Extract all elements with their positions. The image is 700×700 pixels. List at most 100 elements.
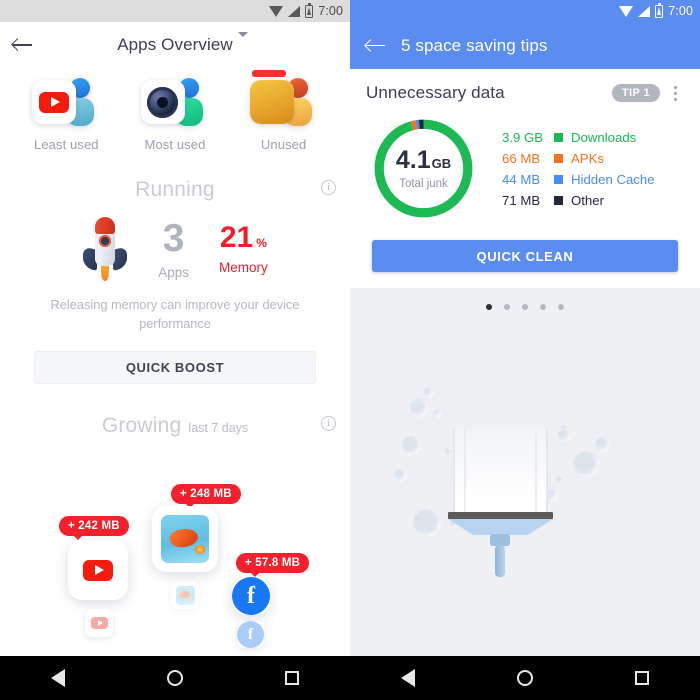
total-junk-number: 4.1 (395, 145, 431, 174)
pager-dot[interactable] (540, 304, 546, 310)
status-bar-time: 7:00 (318, 4, 343, 18)
pager-dot[interactable] (486, 304, 492, 310)
app-icon-youtube-growing[interactable] (68, 540, 128, 601)
growing-subtitle: last 7 days (188, 421, 249, 436)
legend-row: 66 MB APKs (502, 151, 655, 166)
battery-charging-icon (305, 2, 314, 18)
sidebar-item-most-used[interactable]: Most used (123, 76, 227, 152)
home-nav-icon[interactable] (167, 670, 183, 686)
chevron-down-icon[interactable] (238, 32, 248, 37)
left-app-bar: Apps Overview (0, 22, 350, 68)
status-bar-right: 7:00 (350, 0, 700, 22)
info-icon[interactable]: i (321, 180, 336, 195)
growing-title: Growing (101, 414, 182, 438)
recents-nav-icon[interactable] (635, 671, 649, 685)
legend-label: APKs (571, 150, 604, 166)
legend-swatch (554, 195, 563, 205)
nav-bar-right (350, 656, 700, 700)
glass-pane (453, 429, 548, 514)
squeegee-blade (448, 512, 553, 519)
growth-badge: + 242 MB (59, 516, 129, 541)
status-badge: TIP 1 (611, 84, 660, 102)
legend-value: 44 MB (502, 171, 541, 187)
pager-dot[interactable] (558, 304, 564, 310)
info-icon[interactable]: i (321, 416, 336, 432)
app-icon-camera (140, 80, 185, 124)
app-icon-dragon-game[interactable] (152, 506, 218, 573)
icon-stack (248, 76, 320, 132)
junk-legend: 3.9 GB Downloads 66 MB APKs 44 MB Hidden… (502, 130, 655, 208)
pager-dots (350, 288, 700, 324)
app-icon-facebook[interactable]: f (232, 577, 270, 616)
card-header: Unnecessary data TIP 1 (366, 83, 684, 103)
app-icon-facebook-small: f (237, 621, 264, 649)
total-junk-value: 4.1GB (395, 145, 452, 174)
junk-summary: 4.1GB Total junk 3.9 GB Downloads 66 MB (366, 117, 684, 220)
app-icon-game (249, 80, 294, 124)
running-stats: 3 Apps 21 % Memory (0, 217, 350, 281)
legend-swatch (554, 174, 563, 184)
apps-caption: Apps (158, 264, 189, 280)
card-title: Unnecessary data (366, 83, 505, 102)
legend-row: 3.9 GB Downloads (502, 130, 655, 145)
recents-nav-icon[interactable] (285, 671, 299, 685)
quick-clean-button[interactable]: QUICK CLEAN (372, 240, 678, 272)
legend-value: 3.9 GB (502, 129, 544, 145)
running-description: Releasing memory can improve your device… (50, 297, 300, 331)
legend-label: Other (571, 192, 604, 208)
legend-row: 71 MB Other (502, 193, 655, 208)
signal-icon (288, 5, 301, 17)
signal-icon (638, 5, 651, 17)
growth-badge: + 57.8 MB (236, 553, 310, 578)
sidebar-item-unused[interactable]: Unused (232, 70, 336, 152)
status-bar-left: 7:00 (0, 0, 350, 22)
legend-swatch (554, 153, 563, 163)
legend-label: Downloads (571, 129, 637, 145)
back-nav-icon[interactable] (51, 669, 65, 687)
usage-label: Unused (260, 137, 307, 152)
squeegee-body (448, 519, 553, 535)
pager-dot[interactable] (522, 304, 528, 310)
status-bar-time: 7:00 (668, 4, 693, 18)
donut-center-label: 4.1GB Total junk (372, 117, 475, 220)
legend-row: 44 MB Hidden Cache (502, 172, 655, 187)
nav-bar-left (0, 656, 350, 700)
legend-value: 66 MB (502, 150, 541, 166)
dual-phone-screenshot: 7:00 Apps Overview Least used Most used … (0, 0, 700, 700)
legend-label: Hidden Cache (571, 171, 655, 187)
running-section-header: Running i (0, 178, 350, 202)
app-icon-youtube-small (85, 609, 113, 638)
icon-stack (139, 76, 211, 132)
running-title: Running (135, 178, 215, 201)
pager-dot[interactable] (504, 304, 510, 310)
back-nav-icon[interactable] (401, 669, 415, 687)
sidebar-item-least-used[interactable]: Least used (14, 76, 118, 152)
usage-category-row: Least used Most used Unused (0, 68, 350, 152)
quick-boost-button[interactable]: QUICK BOOST (34, 351, 316, 385)
right-app-bar: 5 space saving tips (350, 22, 700, 69)
junk-donut-chart: 4.1GB Total junk (372, 117, 475, 220)
memory-unit: % (256, 236, 267, 250)
growing-app-cluster: + 248 MB + 242 MB + 57.8 MB f f (0, 444, 350, 649)
legend-swatch (554, 132, 563, 142)
android-navigation-bars (0, 656, 700, 700)
total-junk-caption: Total junk (399, 177, 448, 190)
kebab-menu-icon[interactable] (666, 85, 684, 101)
memory-stat: 21 % Memory (219, 223, 268, 276)
memory-caption: Memory (219, 260, 268, 275)
wifi-icon (619, 5, 634, 17)
growth-badge: + 248 MB (171, 484, 241, 509)
rocket-icon (82, 217, 128, 281)
apps-stat: 3 Apps (158, 219, 189, 280)
page-title: 5 space saving tips (401, 35, 548, 55)
usage-label: Least used (34, 137, 99, 152)
unnecessary-data-card: Unnecessary data TIP 1 4.1GB Total junk … (350, 69, 700, 288)
usage-label: Most used (144, 137, 206, 152)
app-icon-dragon-game-small (171, 581, 199, 610)
arrow-left-icon[interactable] (366, 39, 385, 53)
total-junk-unit: GB (431, 155, 452, 171)
home-nav-icon[interactable] (517, 670, 533, 686)
icon-stack (30, 76, 102, 132)
wifi-icon (269, 5, 284, 17)
legend-value: 71 MB (502, 192, 541, 208)
